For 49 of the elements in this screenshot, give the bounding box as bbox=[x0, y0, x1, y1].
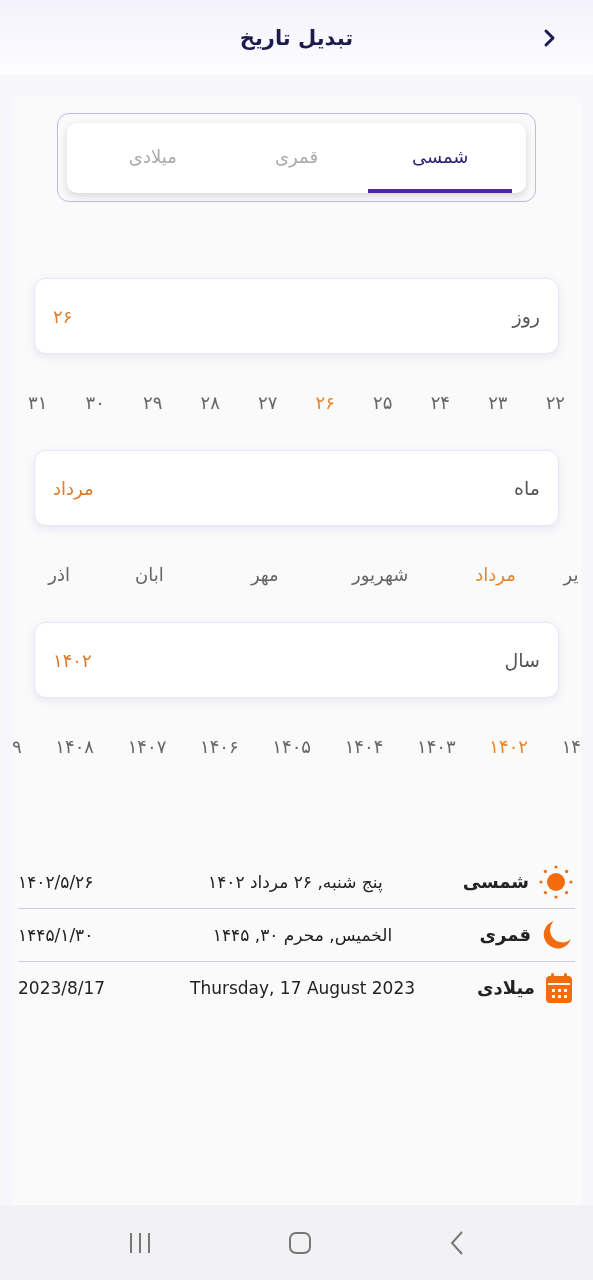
picker-option[interactable]: شهریور bbox=[330, 563, 431, 585]
picker-option[interactable]: ۱۴۰۳ bbox=[417, 735, 456, 757]
back-chevron-icon[interactable] bbox=[543, 28, 557, 48]
calendar-name: میلادی bbox=[477, 975, 535, 1000]
page-title: تبدیل تاریخ bbox=[239, 25, 354, 50]
home-icon[interactable] bbox=[288, 1230, 313, 1255]
field-value: مرداد bbox=[53, 477, 94, 499]
picker-option[interactable]: ۱۴ bbox=[561, 735, 581, 757]
short-date: ۱۴۴۵/۱/۳۰ bbox=[18, 925, 95, 945]
field-value: ۲۶ bbox=[53, 305, 73, 327]
field-label: ماه bbox=[514, 477, 540, 499]
picker-option[interactable]: ۹ bbox=[12, 735, 22, 757]
back-icon[interactable] bbox=[448, 1229, 465, 1256]
full-date: پنج شنبه, ۲۶ مرداد ۱۴۰۲ bbox=[207, 872, 384, 892]
date-part-field[interactable]: روز ۲۶ bbox=[34, 278, 559, 354]
recent-apps-icon[interactable] bbox=[128, 1231, 153, 1254]
sun-icon bbox=[539, 865, 573, 899]
field-label: روز bbox=[512, 305, 540, 327]
picker-option[interactable]: ۲۹ bbox=[143, 391, 163, 413]
calendar-name: شمسی bbox=[462, 869, 529, 894]
calendar-name: قمری bbox=[478, 922, 531, 948]
picker-option[interactable]: ۱۴۰۸ bbox=[55, 735, 95, 757]
picker-option[interactable]: ۱۴۰۶ bbox=[200, 735, 239, 757]
short-date: ۱۴۰۲/۵/۲۶ bbox=[18, 872, 95, 892]
field-value: ۱۴۰۲ bbox=[53, 649, 92, 671]
full-date: Thursday, 17 August 2023 bbox=[189, 978, 417, 998]
picker-option[interactable]: ۲۲ bbox=[545, 391, 565, 413]
picker-option[interactable]: ۳۰ bbox=[85, 391, 105, 413]
date-part-field[interactable]: ماه مرداد bbox=[34, 450, 559, 526]
field-label: سال bbox=[504, 649, 540, 671]
picker-option[interactable]: ۲۵ bbox=[373, 391, 393, 413]
crescent-moon-icon bbox=[541, 919, 573, 951]
picker-option[interactable]: ۲۳ bbox=[488, 391, 508, 413]
picker-option[interactable]: ۱۴۰۵ bbox=[272, 735, 311, 757]
date-part-field[interactable]: سال ۱۴۰۲ bbox=[34, 622, 559, 698]
picker-option[interactable]: ۱۴۰۷ bbox=[127, 735, 167, 757]
full-date: الخمیس, محرم ۳۰, ۱۴۴۵ bbox=[211, 925, 394, 945]
picker-option[interactable]: مهر bbox=[214, 563, 315, 585]
picker-option[interactable]: یر bbox=[561, 563, 581, 585]
picker-option[interactable]: ۲۷ bbox=[258, 391, 278, 413]
calendar-icon bbox=[545, 972, 573, 1004]
picker-option[interactable]: ۲۸ bbox=[200, 391, 220, 413]
picker-option[interactable]: ۳۱ bbox=[28, 391, 48, 413]
picker-option[interactable]: ابان bbox=[99, 563, 200, 585]
calendar-tab[interactable]: شمسی bbox=[368, 123, 512, 193]
picker-option[interactable]: اذر bbox=[34, 563, 85, 585]
short-date: 2023/8/17 bbox=[18, 978, 107, 998]
picker-option[interactable]: ۱۴۰۴ bbox=[344, 735, 384, 757]
picker-option[interactable]: ۲۴ bbox=[430, 391, 450, 413]
